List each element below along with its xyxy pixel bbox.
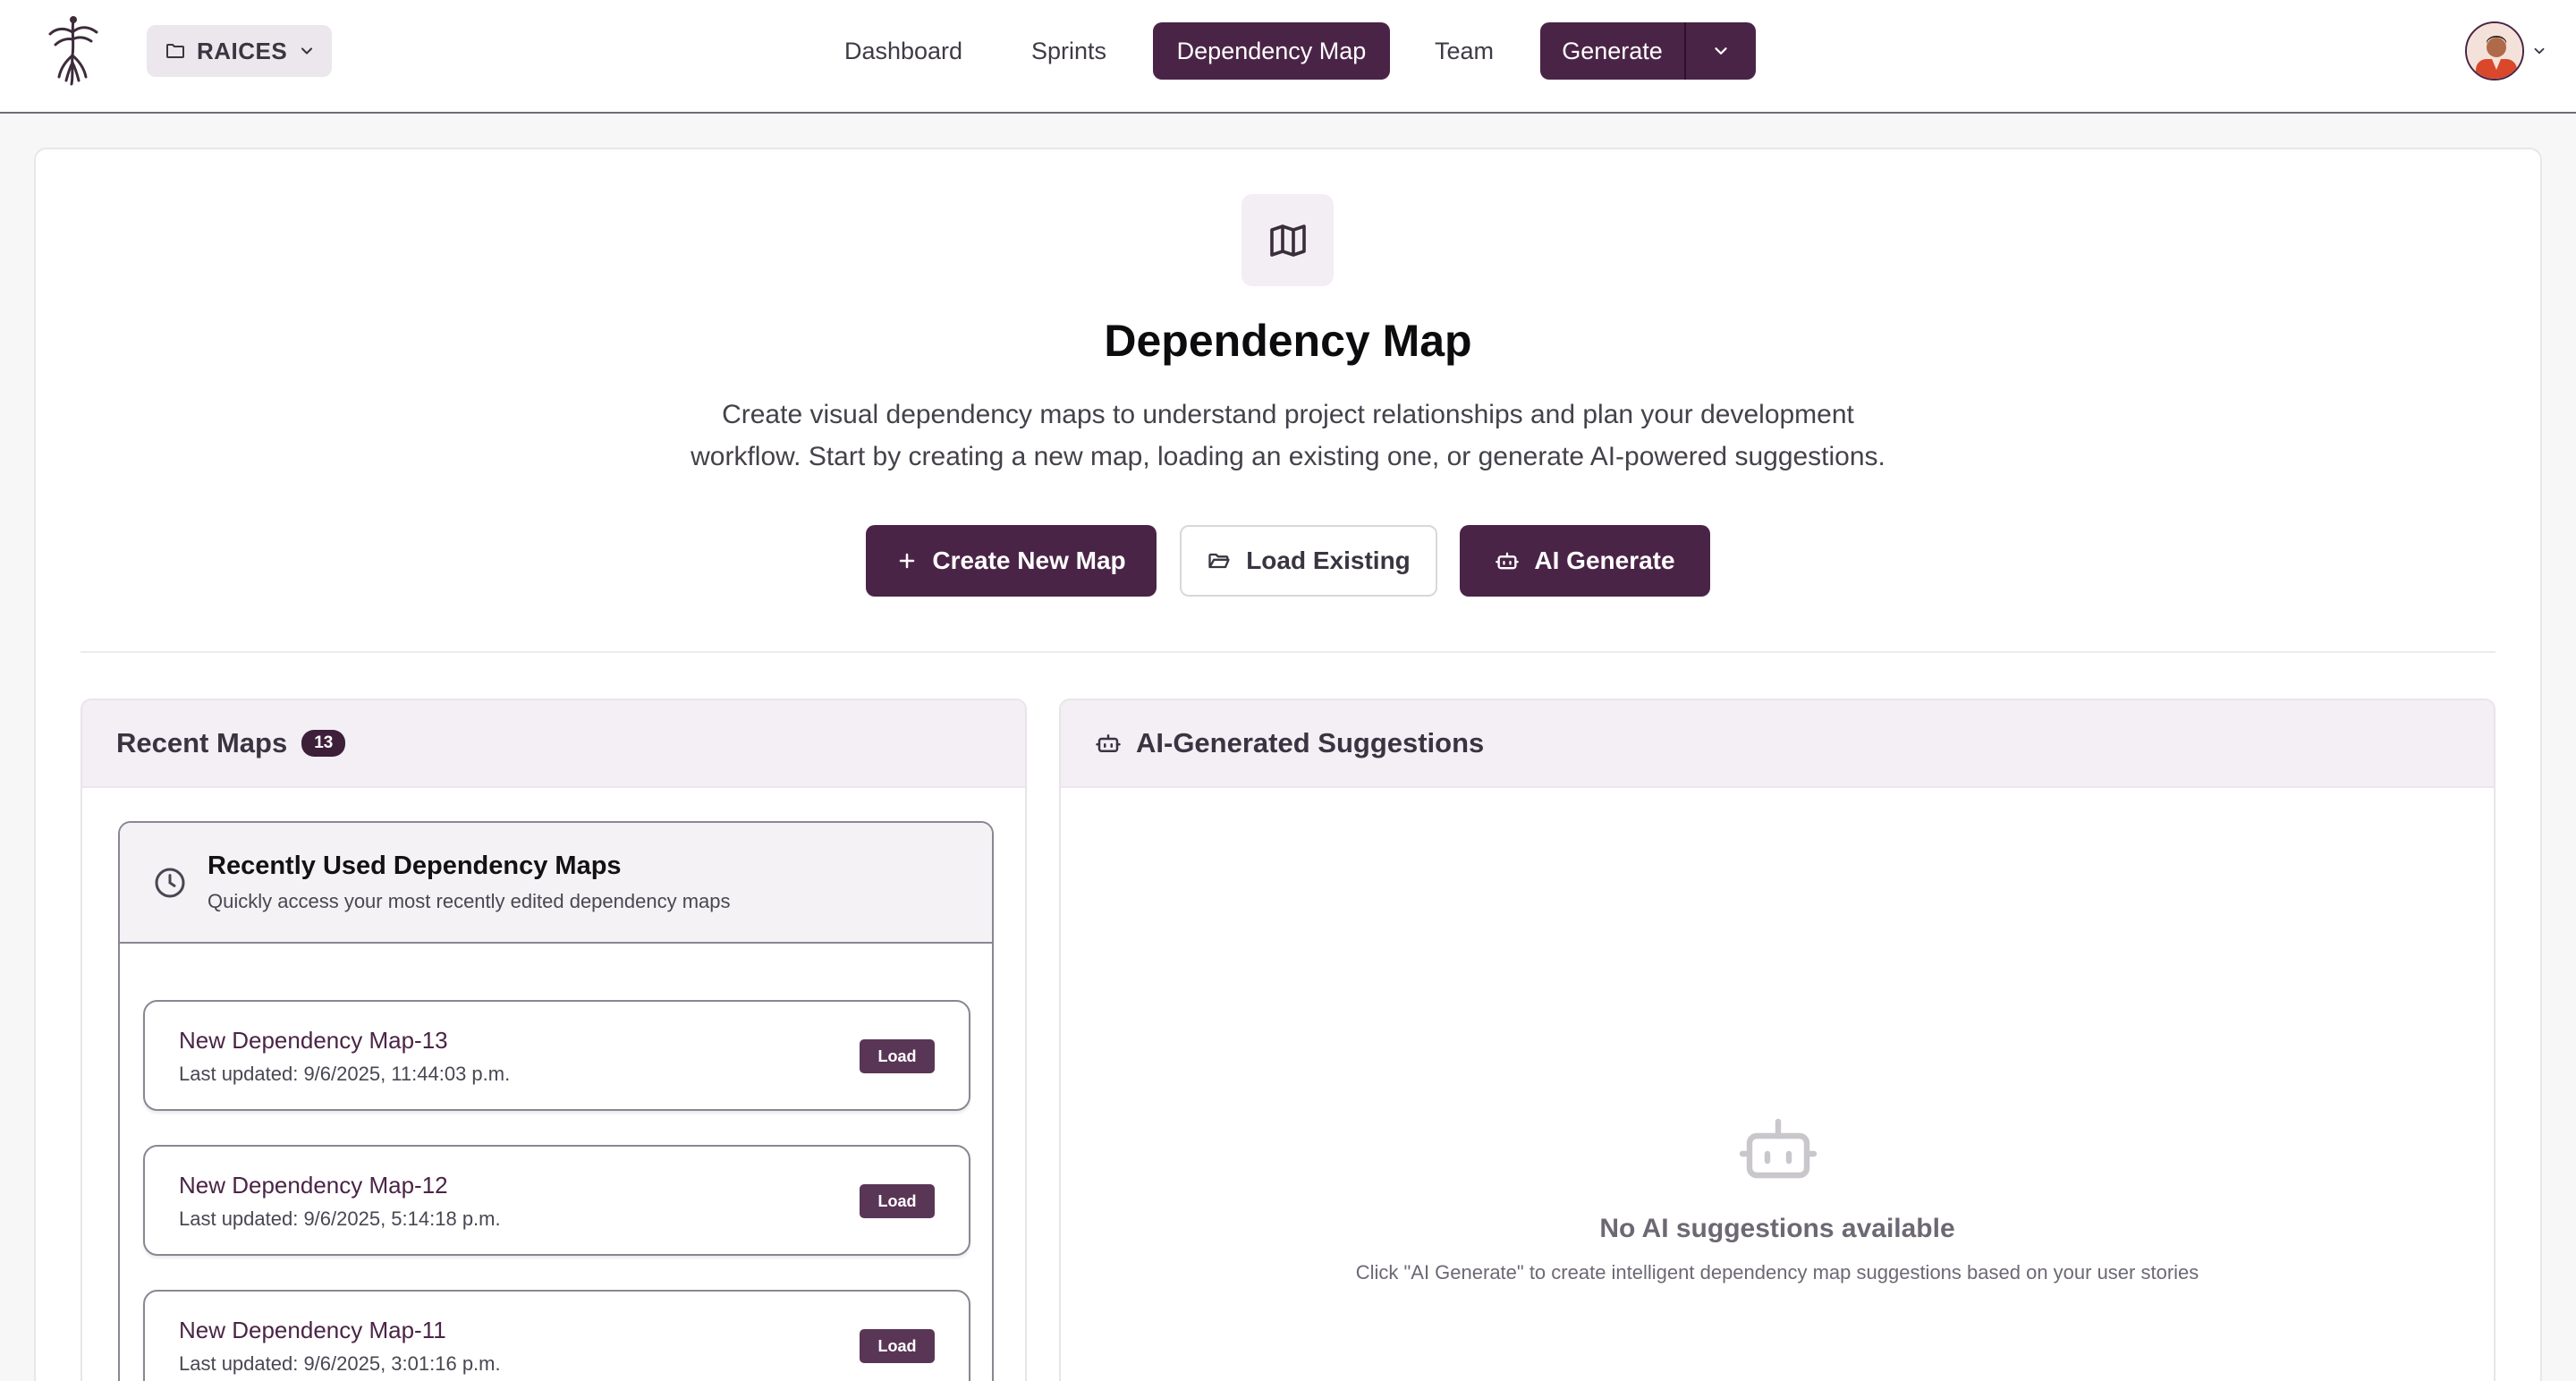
list-item[interactable]: New Dependency Map-11 Last updated: 9/6/… [143, 1290, 970, 1381]
bot-icon [1095, 730, 1122, 757]
plus-icon [896, 550, 918, 572]
map-name[interactable]: New Dependency Map-12 [179, 1172, 448, 1199]
generate-split-button: Generate [1540, 22, 1756, 80]
map-name[interactable]: New Dependency Map-13 [179, 1027, 448, 1055]
ai-generate-button[interactable]: AI Generate [1460, 525, 1710, 597]
nav-team[interactable]: Team [1417, 22, 1512, 80]
nav-dashboard[interactable]: Dashboard [821, 22, 986, 80]
ai-suggestions-title: AI-Generated Suggestions [1136, 727, 1485, 758]
main-nav: Dashboard Sprints Dependency Map Team [0, 22, 2576, 80]
folder-open-icon [1207, 548, 1232, 573]
avatar [2465, 21, 2524, 80]
ai-empty-title: No AI suggestions available [1599, 1214, 1955, 1243]
load-existing-button[interactable]: Load Existing [1180, 525, 1437, 597]
list-item[interactable]: New Dependency Map-12 Last updated: 9/6/… [143, 1145, 970, 1256]
map-updated-date: Last updated: 9/6/2025, 5:14:18 p.m. [179, 1207, 501, 1230]
nav-sprints[interactable]: Sprints [1013, 22, 1125, 80]
ai-generate-label: AI Generate [1534, 546, 1675, 574]
ai-empty-description: Click "AI Generate" to create intelligen… [1355, 1261, 2199, 1284]
bot-icon [1735, 1107, 1821, 1193]
page-description-line: Create visual dependency maps to underst… [722, 400, 1854, 429]
load-map-button[interactable]: Load [860, 1329, 935, 1363]
create-new-map-label: Create New Map [932, 546, 1126, 574]
ai-suggestions-header: AI-Generated Suggestions [1061, 700, 2494, 788]
generate-dropdown-button[interactable] [1686, 22, 1756, 80]
page-description: Create visual dependency maps to underst… [644, 394, 1932, 478]
recent-maps-count-badge: 13 [301, 730, 346, 757]
load-existing-label: Load Existing [1246, 546, 1411, 574]
page-description-line: workflow. Start by creating a new map, l… [691, 442, 1885, 471]
recent-maps-header: Recent Maps 13 [82, 700, 1025, 788]
top-navigation-bar: RAICES Dashboard Sprints Dependency Map … [0, 0, 2576, 114]
map-icon [1241, 194, 1334, 286]
nav-dependency-map[interactable]: Dependency Map [1153, 22, 1390, 80]
generate-button[interactable]: Generate [1540, 22, 1686, 80]
load-map-button[interactable]: Load [860, 1039, 935, 1073]
ai-suggestions-panel: AI-Generated Suggestions No AI suggestio… [1059, 699, 2496, 1381]
recent-maps-title: Recent Maps [116, 727, 288, 758]
bot-icon [1495, 548, 1520, 573]
recently-used-maps-header: Recently Used Dependency Maps Quickly ac… [120, 823, 992, 944]
recently-used-maps-title: Recently Used Dependency Maps [208, 851, 622, 880]
recently-used-maps-card: Recently Used Dependency Maps Quickly ac… [118, 821, 994, 1381]
recent-maps-panel: Recent Maps 13 Recently Used Dependency … [80, 699, 1027, 1381]
map-name[interactable]: New Dependency Map-11 [179, 1317, 446, 1344]
recently-used-maps-subtitle: Quickly access your most recently edited… [208, 890, 731, 912]
user-menu[interactable] [2465, 21, 2547, 80]
load-map-button[interactable]: Load [860, 1184, 935, 1218]
page-title: Dependency Map [1104, 316, 1472, 366]
create-new-map-button[interactable]: Create New Map [866, 525, 1157, 597]
list-item[interactable]: New Dependency Map-13 Last updated: 9/6/… [143, 1000, 970, 1111]
clock-icon [152, 865, 188, 901]
section-divider [80, 651, 2496, 653]
map-updated-date: Last updated: 9/6/2025, 3:01:16 p.m. [179, 1352, 501, 1375]
map-updated-date: Last updated: 9/6/2025, 11:44:03 p.m. [179, 1063, 511, 1085]
chevron-down-icon [2531, 43, 2547, 59]
chevron-down-icon [1711, 41, 1731, 61]
